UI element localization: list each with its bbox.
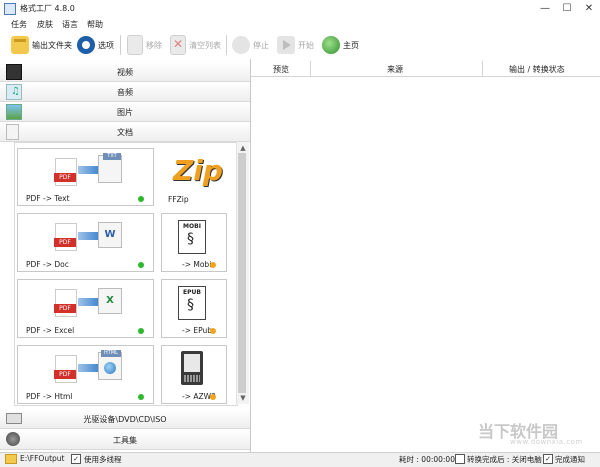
close-button[interactable]: ✕: [578, 0, 600, 17]
after-done-checkbox[interactable]: [455, 454, 465, 464]
epub-file-icon: EPUB §: [178, 286, 206, 320]
category-audio[interactable]: ♫ 音频: [0, 82, 250, 102]
stop-button[interactable]: 停止: [232, 35, 269, 55]
task-list-panel: [251, 59, 600, 452]
start-label: 开始: [298, 40, 314, 50]
column-divider: [482, 61, 483, 76]
pdf-icon: PDF: [54, 223, 77, 251]
stop-label: 停止: [253, 40, 269, 50]
maximize-button[interactable]: ☐: [556, 0, 578, 17]
excel-file-icon: X: [98, 288, 122, 314]
tile-pdf-to-text[interactable]: PDF TXT PDF -> Text: [17, 148, 154, 206]
output-folder-button[interactable]: 输出文件夹: [11, 35, 72, 55]
category-image[interactable]: 图片: [0, 102, 250, 122]
toolbar-separator: [120, 35, 121, 55]
minimize-button[interactable]: —: [534, 0, 556, 17]
menu-skin[interactable]: 皮肤: [37, 19, 53, 30]
tile-pdf-to-html[interactable]: PDF HTML PDF -> Html: [17, 345, 154, 404]
title-bar: [0, 0, 600, 17]
tile-to-epub[interactable]: EPUB § -> EPub: [161, 279, 227, 338]
notify-label: 完成通知: [555, 455, 585, 464]
stop-icon: [232, 36, 250, 54]
menu-task[interactable]: 任务: [11, 19, 27, 30]
tile-pdf-to-excel[interactable]: PDF X PDF -> Excel: [17, 279, 154, 338]
status-dot-green: [138, 196, 144, 202]
output-folder-label: 输出文件夹: [32, 40, 72, 50]
delete-icon: ✕: [170, 35, 186, 55]
tile-pdf-to-html-label: PDF -> Html: [26, 392, 73, 401]
text-file-icon: TXT: [98, 153, 122, 183]
tile-ffzip-label: FFZip: [168, 195, 189, 204]
scrollbar-thumb[interactable]: [238, 153, 246, 393]
menu-help[interactable]: 帮助: [87, 19, 103, 30]
status-dot-green: [138, 394, 144, 400]
category-tools-label: 工具集: [113, 436, 137, 445]
home-label: 主页: [343, 40, 359, 50]
app-icon: [4, 3, 16, 15]
folder-icon: [5, 454, 17, 464]
zip-icon: Zip: [173, 154, 223, 187]
pdf-icon: PDF: [54, 355, 77, 383]
folder-icon: [11, 36, 29, 54]
output-path[interactable]: E:\FFOutput: [20, 454, 64, 463]
tile-pdf-to-text-label: PDF -> Text: [26, 194, 70, 203]
gear-icon: [77, 36, 95, 54]
status-dot-orange: [210, 262, 216, 268]
tile-to-azw3[interactable]: -> AZW3: [161, 345, 227, 404]
watermark-url: www.downxia.com: [510, 438, 583, 446]
elapsed-time: 耗时 : 00:00:00: [399, 455, 455, 464]
category-tools[interactable]: 工具集: [0, 430, 250, 450]
category-audio-label: 音频: [117, 88, 133, 97]
home-button[interactable]: 主页: [322, 35, 359, 55]
multithread-checkbox[interactable]: ✓: [71, 454, 81, 464]
tile-pdf-to-doc-label: PDF -> Doc: [26, 260, 69, 269]
category-optical-label: 光驱设备\DVD\CD\ISO: [83, 415, 167, 424]
window-title: 格式工厂 4.8.0: [20, 4, 75, 13]
options-button[interactable]: 选项: [77, 35, 114, 55]
word-file-icon: W: [98, 222, 122, 248]
column-output-status[interactable]: 输出 / 转换状态: [509, 64, 565, 75]
tile-to-epub-label: -> EPub: [182, 326, 213, 335]
status-dot-orange: [210, 328, 216, 334]
tile-ffzip[interactable]: Zip FFZip: [161, 148, 225, 204]
scroll-up-icon[interactable]: ▲: [237, 143, 249, 153]
category-document[interactable]: 文档: [0, 122, 250, 142]
toolbar-separator: [226, 35, 227, 55]
tile-to-mobi[interactable]: MOBI § -> Mobi: [161, 213, 227, 272]
tile-to-mobi-label: -> Mobi: [182, 260, 212, 269]
after-done-label: 转换完成后 : 关闭电脑: [467, 455, 542, 464]
pdf-icon: PDF: [54, 289, 77, 317]
play-icon: [277, 36, 295, 54]
pdf-icon: PDF: [54, 158, 77, 186]
remove-label: 移除: [146, 40, 162, 50]
multithread-label: 使用多线程: [84, 455, 122, 464]
notify-checkbox[interactable]: ✓: [543, 454, 553, 464]
column-preview[interactable]: 预览: [273, 64, 289, 75]
html-file-icon: HTML: [98, 350, 122, 380]
tile-pdf-to-excel-label: PDF -> Excel: [26, 326, 75, 335]
category-video[interactable]: 视频: [0, 62, 250, 82]
start-button[interactable]: 开始: [277, 35, 314, 55]
category-video-label: 视频: [117, 68, 133, 77]
options-label: 选项: [98, 40, 114, 50]
ebook-reader-icon: [181, 351, 203, 385]
category-document-label: 文档: [117, 128, 133, 137]
clear-list-label: 清空列表: [189, 40, 221, 50]
remove-button[interactable]: 移除: [127, 35, 162, 55]
status-dot-green: [138, 262, 144, 268]
column-source[interactable]: 来源: [387, 64, 403, 75]
column-divider: [310, 61, 311, 76]
tile-pdf-to-doc[interactable]: PDF W PDF -> Doc: [17, 213, 154, 272]
document-icon: [127, 35, 143, 55]
globe-icon: [322, 36, 340, 54]
clear-list-button[interactable]: ✕ 清空列表: [170, 35, 221, 55]
menu-language[interactable]: 语言: [62, 19, 78, 30]
status-dot-orange: [210, 394, 216, 400]
category-image-label: 图片: [117, 108, 133, 117]
category-optical[interactable]: 光驱设备\DVD\CD\ISO: [0, 409, 250, 429]
scroll-down-icon[interactable]: ▼: [237, 393, 249, 403]
status-dot-green: [138, 328, 144, 334]
mobi-file-icon: MOBI §: [178, 220, 206, 254]
